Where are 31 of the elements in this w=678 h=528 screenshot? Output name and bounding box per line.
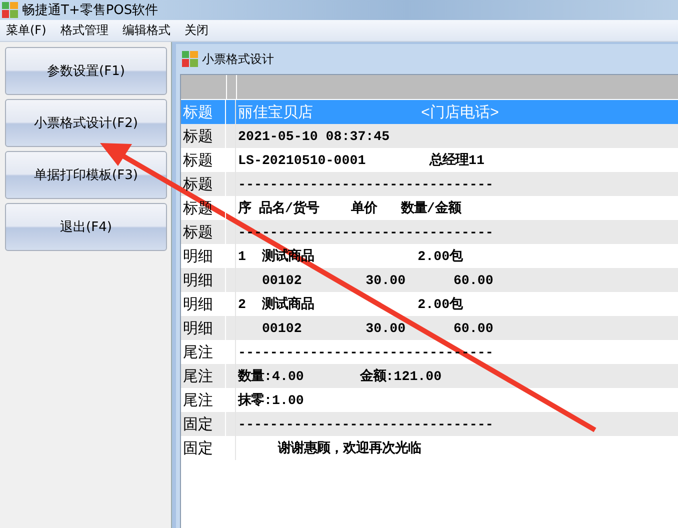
content-cell-text: 00102 30.00 60.00 bbox=[260, 272, 494, 288]
grid-row[interactable]: 尾注 数量:4.00 金额:121.00 bbox=[181, 364, 678, 388]
nav-button[interactable]: 参数设置(F1) bbox=[5, 47, 167, 95]
grid-row[interactable]: 固定 -------------------------------- bbox=[181, 412, 678, 436]
content-cell-text: 谢谢惠顾，欢迎再次光临 bbox=[276, 439, 421, 457]
grid-row[interactable]: 明细 00102 30.00 60.00 bbox=[181, 268, 678, 292]
content-cell-text: 抹零:1.00 bbox=[236, 392, 304, 409]
menu-item[interactable]: 菜单(F) bbox=[6, 22, 46, 39]
content-cell-text: 00102 30.00 60.00 bbox=[260, 320, 494, 336]
menu-item[interactable]: 编辑格式 bbox=[122, 22, 170, 39]
grid-row[interactable]: 标题 -------------------------------- bbox=[181, 172, 678, 196]
content-cell-text: -------------------------------- bbox=[237, 416, 494, 432]
nav-button[interactable]: 小票格式设计(F2) bbox=[5, 99, 167, 147]
content-cell-text: -------------------------------- bbox=[237, 176, 494, 192]
nav-button[interactable]: 退出(F4) bbox=[5, 203, 167, 251]
app-icon bbox=[182, 51, 198, 67]
content-cell-text: 2 测试商品 2.00包 bbox=[237, 296, 463, 313]
content-cell-text: 数量:4.00 金额:121.00 bbox=[236, 367, 442, 385]
grid-row[interactable]: 明细 00102 30.00 60.00 bbox=[181, 316, 678, 340]
grid-row[interactable]: 标题 2021-05-10 08:37:45 bbox=[181, 124, 678, 148]
content-cell-text: 序 品名/货号 单价 数量/金额 bbox=[237, 199, 461, 217]
app-icon bbox=[2, 2, 18, 18]
child-window-title: 小票格式设计 bbox=[202, 50, 274, 68]
nav-button[interactable]: 单据打印模板(F3) bbox=[5, 151, 167, 199]
content-cell-text: 2021-05-10 08:37:45 bbox=[237, 128, 390, 144]
menu-item[interactable]: 格式管理 bbox=[60, 22, 108, 39]
section-cell: 固定 bbox=[181, 436, 226, 460]
window-title: 畅捷通T+零售POS软件 bbox=[22, 2, 158, 19]
menu-item[interactable]: 关闭 bbox=[184, 22, 208, 39]
content-cell-text: 丽佳宝贝店 <门店电话> bbox=[237, 103, 500, 122]
content-cell-text: LS-20210510-0001 总经理11 bbox=[237, 152, 484, 169]
